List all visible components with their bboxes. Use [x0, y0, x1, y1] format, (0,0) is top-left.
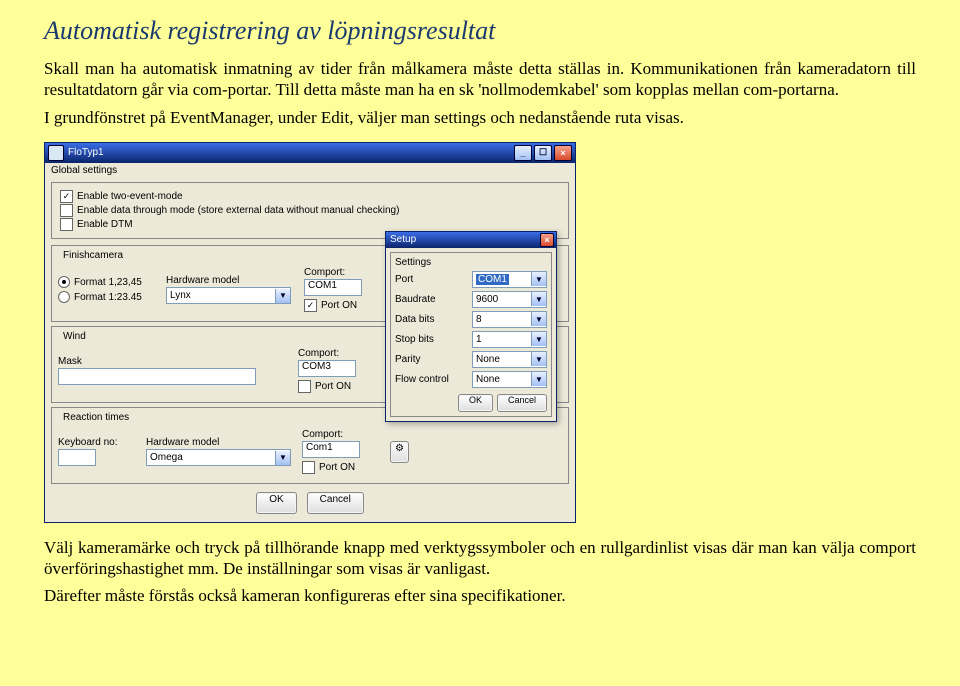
checkbox-dtm-label: Enable DTM [77, 219, 133, 230]
wind-porton-checkbox[interactable] [298, 380, 311, 393]
reaction-title: Reaction times [60, 412, 132, 423]
modal-stopbits-value: 1 [476, 334, 482, 345]
close-button[interactable]: × [554, 145, 572, 161]
modal-flow-dropdown[interactable]: None ▼ [472, 371, 547, 388]
checkbox-two-event[interactable]: ✓ [60, 190, 73, 203]
chevron-down-icon: ▼ [531, 292, 546, 306]
radio-format-2-label: Format 1:23.45 [74, 292, 142, 303]
checkbox-two-event-label: Enable two-event-mode [77, 191, 183, 202]
modal-stopbits-dropdown[interactable]: 1 ▼ [472, 331, 547, 348]
paragraph-4: Därefter måste förstås också kameran kon… [44, 585, 916, 606]
reaction-porton-checkbox[interactable] [302, 461, 315, 474]
modal-databits-dropdown[interactable]: 8 ▼ [472, 311, 547, 328]
reaction-hw-label: Hardware model [146, 437, 294, 448]
modal-parity-label: Parity [395, 354, 421, 365]
wind-comport-input[interactable]: COM3 [298, 360, 356, 377]
radio-format-1[interactable] [58, 276, 70, 288]
radio-format-1-label: Format 1,23,45 [74, 277, 142, 288]
modal-parity-dropdown[interactable]: None ▼ [472, 351, 547, 368]
app-screenshot: FloTyp1 _ ☐ × Global settings ✓ Enable t… [44, 142, 916, 523]
fc-porton-checkbox[interactable]: ✓ [304, 299, 317, 312]
reaction-hw-value: Omega [150, 452, 183, 463]
chevron-down-icon: ▼ [531, 272, 546, 286]
reaction-kbd-label: Keyboard no: [58, 437, 138, 448]
chevron-down-icon: ▼ [531, 372, 546, 386]
radio-format-2[interactable] [58, 291, 70, 303]
ok-button[interactable]: OK [256, 492, 296, 514]
modal-flow-label: Flow control [395, 374, 449, 385]
app-window: FloTyp1 _ ☐ × Global settings ✓ Enable t… [44, 142, 576, 523]
reaction-settings-button[interactable]: ⚙ [390, 441, 409, 463]
window-titlebar: FloTyp1 _ ☐ × [45, 143, 575, 163]
modal-baud-value: 9600 [476, 294, 498, 305]
checkbox-data-through-label: Enable data through mode (store external… [77, 205, 399, 216]
modal-parity-value: None [476, 354, 500, 365]
modal-port-label: Port [395, 274, 413, 285]
wind-title: Wind [60, 331, 89, 342]
paragraph-2: I grundfönstret på EventManager, under E… [44, 107, 916, 128]
reaction-comport-label: Comport: [302, 429, 382, 440]
modal-databits-value: 8 [476, 314, 482, 325]
fc-porton-label: Port ON [321, 300, 357, 311]
fc-comport-input[interactable]: COM1 [304, 279, 362, 296]
paragraph-3: Välj kameramärke och tryck på tillhörand… [44, 537, 916, 580]
modal-cancel-button[interactable]: Cancel [497, 394, 547, 412]
app-icon [48, 145, 64, 161]
chevron-down-icon: ▼ [275, 289, 290, 303]
reaction-kbd-input[interactable] [58, 449, 96, 466]
modal-close-button[interactable]: × [540, 233, 554, 247]
modal-databits-label: Data bits [395, 314, 434, 325]
modal-ok-button[interactable]: OK [458, 394, 493, 412]
chevron-down-icon: ▼ [531, 352, 546, 366]
modal-title-text: Setup [390, 234, 416, 245]
wind-porton-label: Port ON [315, 381, 351, 392]
minimize-button[interactable]: _ [514, 145, 532, 161]
fc-comport-label: Comport: [304, 267, 384, 278]
paragraph-1: Skall man ha automatisk inmatning av tid… [44, 58, 916, 101]
modal-stopbits-label: Stop bits [395, 334, 434, 345]
reaction-hw-dropdown[interactable]: Omega ▼ [146, 449, 291, 466]
modal-baud-dropdown[interactable]: 9600 ▼ [472, 291, 547, 308]
chevron-down-icon: ▼ [531, 312, 546, 326]
fc-hw-label: Hardware model [166, 275, 296, 286]
fc-hw-value: Lynx [170, 290, 191, 301]
finishcamera-title: Finishcamera [60, 250, 126, 261]
cancel-button[interactable]: Cancel [307, 492, 364, 514]
wind-mask-input[interactable] [58, 368, 256, 385]
checkbox-data-through[interactable] [60, 204, 73, 217]
modal-baud-label: Baudrate [395, 294, 436, 305]
setup-modal: Setup × Settings Port COM1 ▼ Baudrate [385, 231, 557, 422]
wind-comport-label: Comport: [298, 348, 378, 359]
fc-hw-dropdown[interactable]: Lynx ▼ [166, 287, 291, 304]
modal-port-dropdown[interactable]: COM1 ▼ [472, 271, 547, 288]
reaction-porton-label: Port ON [319, 462, 355, 473]
wind-mask-label: Mask [58, 356, 290, 367]
checkbox-dtm[interactable] [60, 218, 73, 231]
page-title: Automatisk registrering av löpningsresul… [44, 16, 916, 46]
modal-port-value: COM1 [476, 274, 509, 285]
window-title: FloTyp1 [68, 147, 104, 158]
reaction-comport-input[interactable]: Com1 [302, 441, 360, 458]
modal-settings-label: Settings [395, 257, 547, 268]
chevron-down-icon: ▼ [275, 451, 290, 465]
chevron-down-icon: ▼ [531, 332, 546, 346]
global-settings-label: Global settings [45, 163, 575, 176]
modal-flow-value: None [476, 374, 500, 385]
maximize-button[interactable]: ☐ [534, 145, 552, 161]
